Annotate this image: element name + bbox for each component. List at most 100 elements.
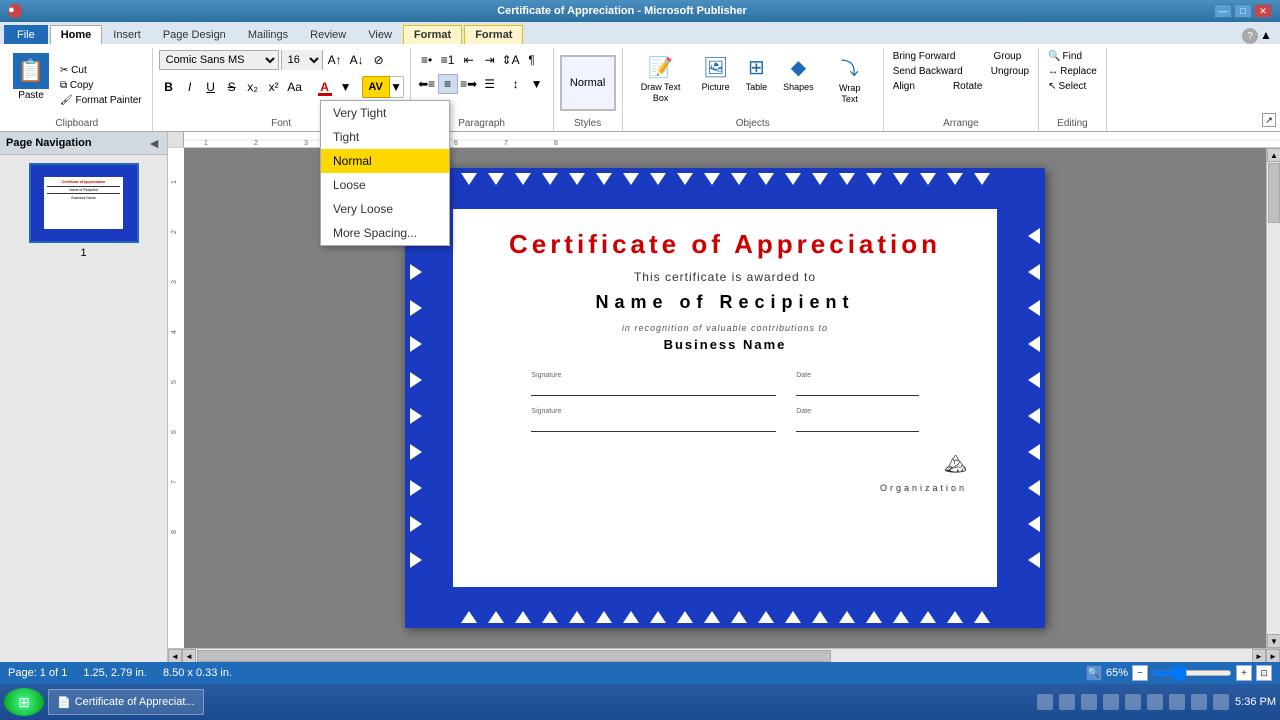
tab-file[interactable]: File <box>4 25 48 44</box>
scroll-right-button-2[interactable]: ► <box>1266 649 1280 662</box>
styles-preview[interactable]: Normal <box>560 55 616 111</box>
bold-button[interactable]: B <box>159 77 179 97</box>
send-backward-button[interactable]: Send Backward <box>890 65 966 78</box>
paste-button[interactable]: 📋 Paste <box>8 50 54 116</box>
line-spacing-arrow[interactable]: ▼ <box>527 74 547 94</box>
certificate-recognition[interactable]: in recognition of valuable contributions… <box>622 323 828 333</box>
select-button[interactable]: ↖ Select <box>1045 80 1089 93</box>
numbered-list-button[interactable]: ≡1 <box>438 50 458 70</box>
group-button[interactable]: Group <box>991 50 1025 63</box>
indent-more-button[interactable]: ⇥ <box>480 50 500 70</box>
minimize-button[interactable]: — <box>1214 4 1232 18</box>
line-spacing-button[interactable]: ↕ <box>506 74 526 94</box>
org-name[interactable]: Organization <box>880 483 967 493</box>
copy-button[interactable]: ⧉ Copy <box>56 79 146 92</box>
align-center-button[interactable]: ≡ <box>438 74 458 94</box>
scroll-right-button[interactable]: ► <box>1252 649 1266 662</box>
wrap-text-button[interactable]: ⤵ Wrap Text <box>823 50 877 110</box>
menu-item-loose[interactable]: Loose <box>321 173 449 197</box>
font-color-button[interactable]: A <box>315 77 335 97</box>
ungroup-button[interactable]: Ungroup <box>988 65 1032 78</box>
tab-view[interactable]: View <box>357 25 403 44</box>
justify-button[interactable]: ☰ <box>480 74 500 94</box>
menu-item-very-loose[interactable]: Very Loose <box>321 197 449 221</box>
draw-text-box-button[interactable]: 📝 Draw Text Box <box>629 50 693 109</box>
maximize-button[interactable]: □ <box>1234 4 1252 18</box>
scroll-left-button[interactable]: ◄ <box>168 649 182 662</box>
start-button[interactable]: ⊞ <box>4 688 44 716</box>
paragraph-expand[interactable]: ↗ <box>1262 113 1276 127</box>
scroll-left-button-2[interactable]: ◄ <box>182 649 196 662</box>
text-direction-button[interactable]: ⇕A <box>501 50 521 70</box>
menu-item-tight[interactable]: Tight <box>321 125 449 149</box>
menu-item-more-spacing[interactable]: More Spacing... <box>321 221 449 245</box>
font-size-select[interactable]: 16 <box>282 50 322 70</box>
tray-icon-9[interactable] <box>1213 694 1229 710</box>
font-color-arrow[interactable]: ▼ <box>336 77 356 97</box>
certificate-title[interactable]: Certificate of Appreciation <box>509 229 941 260</box>
tab-page-design[interactable]: Page Design <box>152 25 237 44</box>
change-case-button[interactable]: Aa <box>285 77 305 97</box>
menu-item-normal[interactable]: Normal <box>321 149 449 173</box>
clear-format-button[interactable]: ⊘ <box>369 50 389 70</box>
find-button[interactable]: 🔍 Find <box>1045 50 1085 63</box>
tab-format1[interactable]: Format <box>403 25 462 44</box>
tray-icon-5[interactable] <box>1125 694 1141 710</box>
tray-icon-8[interactable] <box>1191 694 1207 710</box>
zoom-out-button[interactable]: − <box>1132 665 1148 681</box>
tray-icon-7[interactable] <box>1169 694 1185 710</box>
nav-panel-close-button[interactable]: ◄ <box>147 135 161 151</box>
bullet-list-button[interactable]: ≡• <box>417 50 437 70</box>
zoom-slider[interactable] <box>1152 670 1232 676</box>
italic-button[interactable]: I <box>180 77 200 97</box>
h-scroll-track[interactable] <box>196 649 1252 662</box>
show-paragraph-button[interactable]: ¶ <box>522 50 542 70</box>
align-button[interactable]: Align <box>890 80 918 93</box>
bring-forward-button[interactable]: Bring Forward <box>890 50 959 63</box>
ribbon-collapse-icon[interactable]: ▲ <box>1260 28 1276 44</box>
tray-icon-3[interactable] <box>1081 694 1097 710</box>
tab-home[interactable]: Home <box>50 25 103 44</box>
tray-icon-6[interactable] <box>1147 694 1163 710</box>
cut-button[interactable]: ✂ Cut <box>56 64 146 77</box>
certificate-recipient[interactable]: Name of Recipient <box>595 292 854 313</box>
tab-insert[interactable]: Insert <box>102 25 152 44</box>
tab-review[interactable]: Review <box>299 25 357 44</box>
font-select[interactable]: Comic Sans MS <box>159 50 279 70</box>
align-right-button[interactable]: ≡➡ <box>459 74 479 94</box>
picture-button[interactable]: 🖼 Picture <box>695 50 737 97</box>
subscript-button[interactable]: x₂ <box>243 77 263 97</box>
shrink-font-button[interactable]: A↓ <box>347 50 367 70</box>
align-left-button[interactable]: ⬅≡ <box>417 74 437 94</box>
tab-mailings[interactable]: Mailings <box>237 25 299 44</box>
indent-less-button[interactable]: ⇤ <box>459 50 479 70</box>
scroll-up-button[interactable]: ▲ <box>1267 148 1280 162</box>
zoom-in-button[interactable]: + <box>1236 665 1252 681</box>
replace-button[interactable]: ↔ Replace <box>1045 65 1100 78</box>
scroll-thumb-v[interactable] <box>1268 163 1280 223</box>
grow-font-button[interactable]: A↑ <box>325 50 345 70</box>
zoom-icon-button[interactable]: 🔍 <box>1086 665 1102 681</box>
taskbar-publisher[interactable]: 📄 Certificate of Appreciat... <box>48 689 204 715</box>
shapes-button[interactable]: ◆ Shapes <box>776 50 821 97</box>
tray-icon-1[interactable] <box>1037 694 1053 710</box>
tray-icon-2[interactable] <box>1059 694 1075 710</box>
close-button[interactable]: ✕ <box>1254 4 1272 18</box>
char-spacing-button[interactable]: AV <box>362 76 390 98</box>
menu-item-very-tight[interactable]: Very Tight <box>321 101 449 125</box>
superscript-button[interactable]: x² <box>264 77 284 97</box>
tab-format2[interactable]: Format <box>464 25 523 44</box>
h-scroll-thumb[interactable] <box>197 650 831 662</box>
fit-page-button[interactable]: ⊡ <box>1256 665 1272 681</box>
underline-button[interactable]: U <box>201 77 221 97</box>
table-button[interactable]: ⊞ Table <box>739 50 775 97</box>
page-thumbnail[interactable]: Certificate of Appreciation Name of Reci… <box>29 163 139 243</box>
certificate-business[interactable]: Business Name <box>664 337 787 352</box>
strikethrough-button[interactable]: S <box>222 77 242 97</box>
scroll-down-button[interactable]: ▼ <box>1267 634 1280 648</box>
tray-icon-4[interactable] <box>1103 694 1119 710</box>
char-spacing-dropdown-arrow[interactable]: ▼ <box>390 76 404 98</box>
rotate-button[interactable]: Rotate <box>950 80 985 93</box>
certificate-subtitle[interactable]: This certificate is awarded to <box>634 270 816 284</box>
help-icon[interactable]: ? <box>1242 28 1258 44</box>
